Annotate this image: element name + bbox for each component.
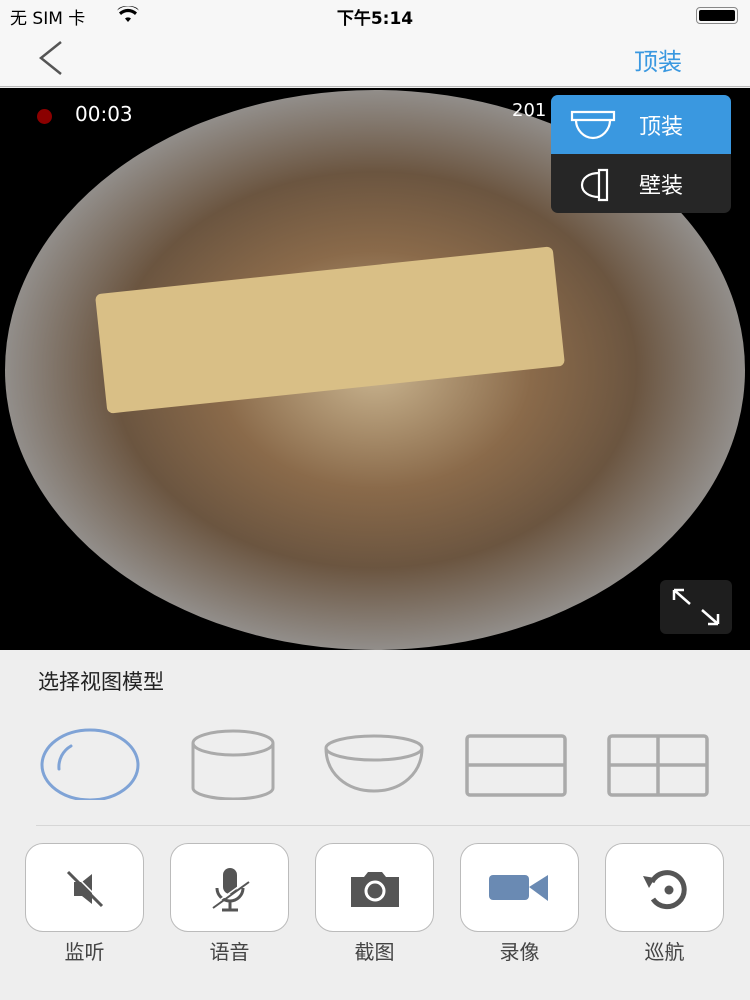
recording-time: 00:03 — [75, 102, 133, 126]
menu-item-label: 顶装 — [639, 115, 684, 140]
video-camera-icon — [489, 875, 548, 901]
mic-muted-icon — [212, 868, 250, 912]
wall-camera-icon — [580, 168, 609, 202]
voice-label: 语音 — [209, 940, 250, 964]
mount-type-button[interactable]: 顶装 — [634, 42, 682, 77]
screenshot-label: 截图 — [354, 940, 395, 964]
video-timestamp: 201 — [512, 100, 547, 121]
screenshot-button[interactable] — [315, 843, 434, 932]
cruise-label: 巡航 — [644, 940, 685, 964]
record-button[interactable] — [460, 843, 579, 932]
fullscreen-button[interactable] — [660, 580, 732, 634]
ceiling-camera-icon — [570, 110, 616, 140]
chevron-left-icon[interactable] — [35, 40, 65, 76]
bowl-model-icon[interactable] — [322, 728, 426, 800]
menu-item-ceiling[interactable]: 顶装 — [551, 95, 731, 154]
listen-label: 监听 — [64, 940, 105, 964]
menu-item-wall[interactable]: 壁装 — [551, 154, 731, 213]
cylinder-model-icon[interactable] — [182, 728, 286, 800]
clock: 下午5:14 — [336, 9, 414, 29]
cruise-button[interactable] — [605, 843, 724, 932]
fisheye-model-icon[interactable] — [37, 728, 141, 800]
nav-bar: 顶装 — [0, 30, 750, 87]
speaker-muted-icon — [66, 869, 105, 908]
voice-button[interactable] — [170, 843, 289, 932]
cruise-rotate-icon — [643, 870, 687, 910]
section-title: 选择视图模型 — [38, 670, 164, 694]
mount-menu: 顶装 壁装 — [551, 95, 731, 213]
battery-icon — [696, 7, 738, 24]
four-split-model-icon[interactable] — [606, 728, 710, 800]
recording-indicator — [37, 109, 52, 124]
divider — [36, 825, 750, 826]
expand-icon — [672, 588, 720, 626]
camera-icon — [351, 872, 399, 907]
listen-button[interactable] — [25, 843, 144, 932]
two-split-model-icon[interactable] — [464, 728, 568, 800]
record-label: 录像 — [499, 940, 540, 964]
status-bar: 无 SIM 卡 下午5:14 — [0, 0, 750, 30]
menu-item-label: 壁装 — [639, 174, 684, 199]
